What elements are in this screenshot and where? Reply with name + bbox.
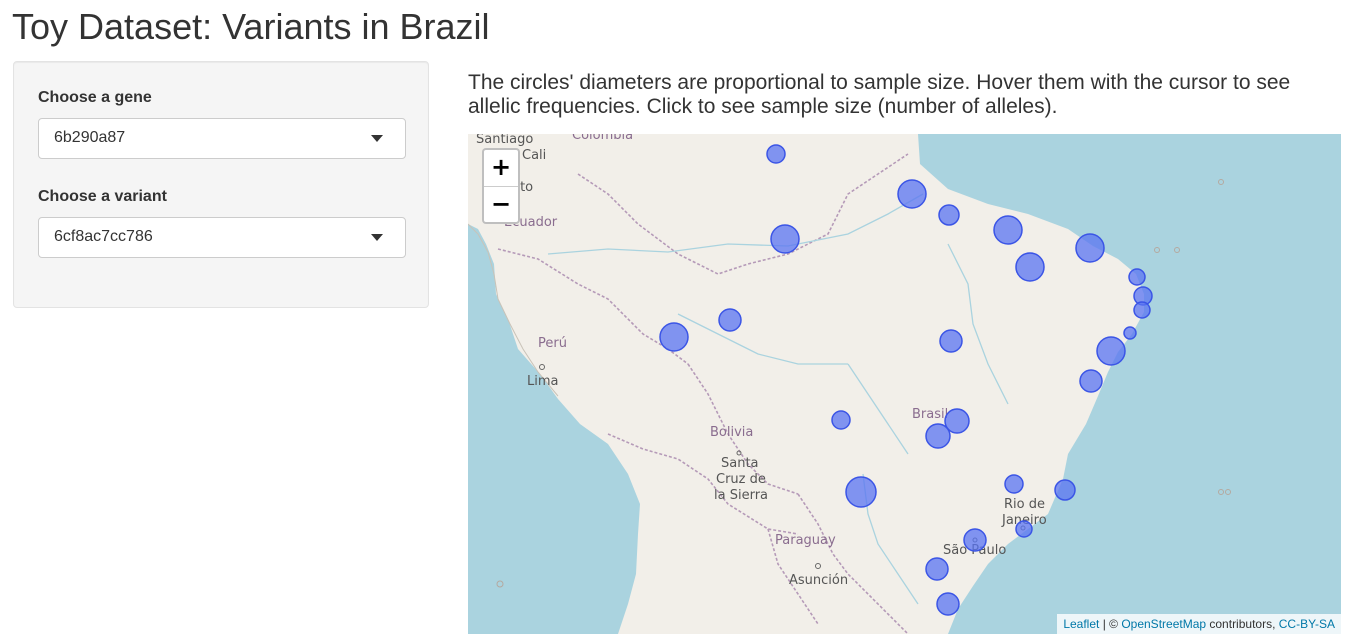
attribution-separator: | © [1099,617,1122,631]
zoom-control: + − [482,148,520,224]
map-label-santa-cruz-2: Cruz de [716,472,766,487]
sample-marker[interactable] [1015,520,1033,538]
gene-select-value: 6b290a87 [54,129,126,146]
map-label-bolivia: Bolivia [710,425,753,440]
map-label-asuncion: Asunción [789,573,848,588]
gene-select[interactable]: 6b290a87 [38,118,406,159]
variant-select[interactable]: 6cf8ac7cc786 [38,217,406,258]
sample-marker[interactable] [1054,479,1076,501]
zoom-in-button[interactable]: + [484,150,518,187]
variant-label: Choose a variant [38,188,167,205]
map-label-santiago: Santiago [476,134,533,147]
sample-marker[interactable] [993,215,1023,245]
zoom-out-button[interactable]: − [484,187,518,222]
sample-marker[interactable] [939,329,963,353]
sample-marker[interactable] [770,224,800,254]
map-label-peru: Perú [538,336,567,351]
map-attribution: Leaflet | © OpenStreetMap contributors, … [1057,614,1341,634]
sample-marker[interactable] [1133,301,1151,319]
map-description: The circles' diameters are proportional … [468,71,1291,118]
leaflet-link[interactable]: Leaflet [1063,617,1099,631]
sample-marker[interactable] [1096,336,1126,366]
map-label-brasil: Brasil [912,407,948,422]
sample-marker[interactable] [766,144,786,164]
sample-marker[interactable] [925,557,949,581]
variant-select-value: 6cf8ac7cc786 [54,228,153,245]
sample-marker[interactable] [1128,268,1146,286]
sample-marker[interactable] [925,423,951,449]
sample-marker[interactable] [938,204,960,226]
map-label-santa-cruz-1: Santa [721,456,759,471]
sample-marker[interactable] [659,322,689,352]
chevron-down-icon [371,135,383,142]
map-label-lima: Lima [527,374,558,389]
page-title: Toy Dataset: Variants in Brazil [12,6,490,47]
chevron-down-icon [371,234,383,241]
gene-label: Choose a gene [38,89,152,106]
license-link[interactable]: CC-BY-SA [1279,617,1335,631]
sample-marker[interactable] [845,476,877,508]
map-label-rio-1: Rio de [1004,497,1045,512]
sidebar-panel: Choose a gene 6b290a87 Choose a variant … [13,61,429,308]
sample-marker[interactable] [1079,369,1103,393]
map-label-santa-cruz-3: la Sierra [714,488,768,503]
map-label-colombia: Colombia [572,134,633,143]
map-container[interactable]: Santiago Cali Quito Ecuador Colombia Per… [468,134,1341,634]
sample-marker[interactable] [936,592,960,616]
osm-link[interactable]: OpenStreetMap [1121,617,1206,631]
sample-marker[interactable] [897,179,927,209]
map-tiles: Santiago Cali Quito Ecuador Colombia Per… [468,134,1341,634]
attribution-contributors: contributors, [1206,617,1279,631]
map-label-cali: Cali [522,148,546,163]
sample-marker[interactable] [831,410,851,430]
sample-marker[interactable] [963,528,987,552]
sample-marker[interactable] [718,308,742,332]
sample-marker[interactable] [1015,252,1045,282]
sample-marker[interactable] [1123,326,1137,340]
sample-marker[interactable] [1004,474,1024,494]
sample-marker[interactable] [1075,233,1105,263]
map-label-paraguay: Paraguay [775,533,836,548]
